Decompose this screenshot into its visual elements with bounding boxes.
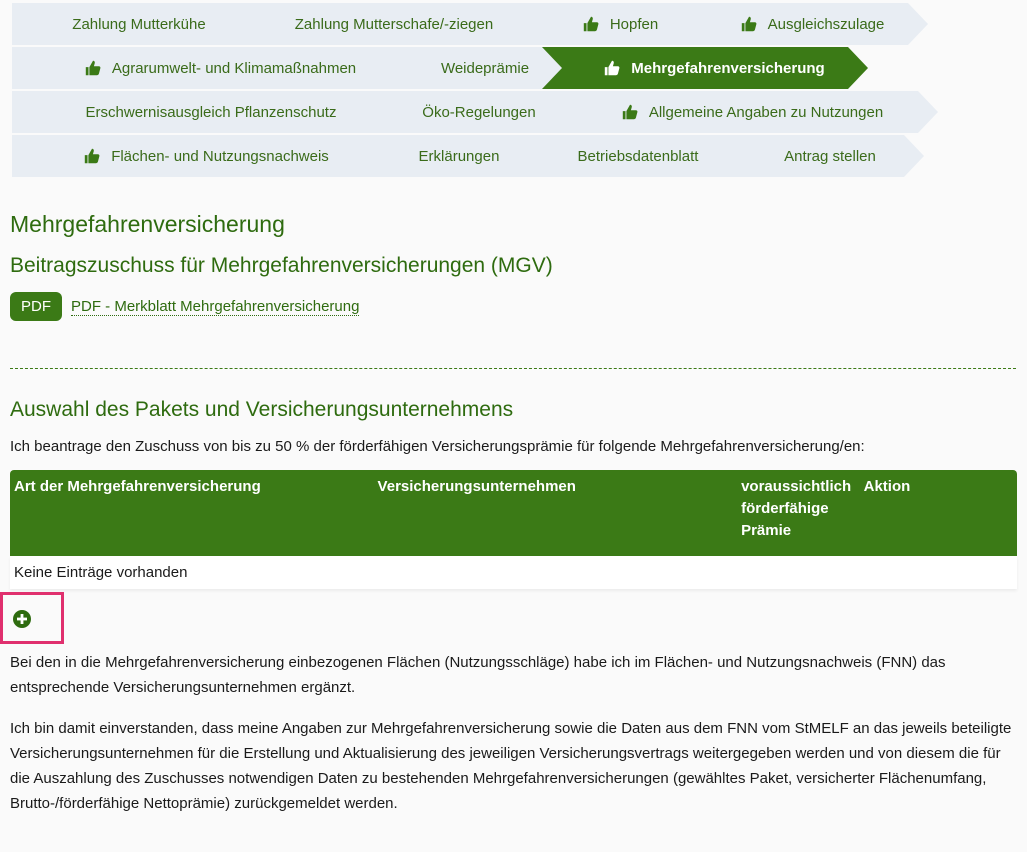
step-hopfen[interactable]: Hopfen <box>522 3 700 45</box>
pdf-download-row: PDF PDF - Merkblatt Mehrgefahrenversiche… <box>10 292 360 321</box>
step-label: Hopfen <box>609 15 659 33</box>
thumbs-up-icon <box>84 148 100 164</box>
step-flaechen-nutzungsnachweis[interactable]: Flächen- und Nutzungsnachweis <box>12 135 382 177</box>
step-agrarumwelt[interactable]: Agrarumwelt- und Klimamaßnahmen <box>12 47 410 89</box>
column-header-unternehmen[interactable]: Versicherungsunternehmen <box>374 470 738 556</box>
step-mehrgefahrenversicherung[interactable]: Mehrgefahrenversicherung <box>542 47 868 89</box>
step-antrag-stellen[interactable]: Antrag stellen <box>718 135 924 177</box>
thumbs-up-icon <box>622 104 638 120</box>
wizard-row: Erschwernisausgleich Pflanzenschutz Öko-… <box>12 91 1016 135</box>
section-intro: Ich beantrage den Zuschuss von bis zu 50… <box>10 438 865 455</box>
table-header: Art der Mehrgefahrenversicherung Versich… <box>10 470 1017 556</box>
column-header-art[interactable]: Art der Mehrgefahrenversicherung <box>10 470 374 556</box>
section-divider <box>10 368 1016 369</box>
insurance-table: Art der Mehrgefahrenversicherung Versich… <box>10 470 1017 589</box>
consent-statement: Ich bin damit einverstanden, dass meine … <box>10 720 1012 812</box>
step-label: Zahlung Mutterkühe <box>72 15 206 33</box>
plus-circle-icon[interactable] <box>12 609 32 629</box>
step-erklaerungen[interactable]: Erklärungen <box>360 135 540 177</box>
thumbs-up-icon <box>583 16 599 32</box>
step-oeko-regelungen[interactable]: Öko-Regelungen <box>370 91 570 133</box>
column-header-praemie[interactable]: voraussichtlich förderfähige Prämie <box>737 470 860 556</box>
thumbs-up-icon <box>741 16 757 32</box>
empty-table-message: Keine Einträge vorhanden <box>10 556 1017 589</box>
step-weidepraemie[interactable]: Weideprämie <box>388 47 564 89</box>
wizard-row: Agrarumwelt- und Klimamaßnahmen Weideprä… <box>12 47 1016 91</box>
wizard-row: Flächen- und Nutzungsnachweis Erklärunge… <box>12 135 1016 179</box>
step-label: Antrag stellen <box>784 147 876 165</box>
section-title: Auswahl des Pakets und Versicherungsunte… <box>10 398 514 421</box>
step-label: Flächen- und Nutzungsnachweis <box>111 147 329 165</box>
pdf-badge[interactable]: PDF <box>10 292 62 321</box>
step-betriebsdatenblatt[interactable]: Betriebsdatenblatt <box>518 135 740 177</box>
step-label: Mehrgefahrenversicherung <box>631 59 825 77</box>
page-subtitle: Beitragszuschuss für Mehrgefahrenversich… <box>10 254 553 277</box>
step-erschwernisausgleich[interactable]: Erschwernisausgleich Pflanzenschutz <box>12 91 392 133</box>
highlight-box <box>0 592 64 644</box>
step-label: Allgemeine Angaben zu Nutzungen <box>648 103 884 121</box>
step-label: Erklärungen <box>418 147 500 165</box>
pdf-merkblatt-link[interactable]: PDF - Merkblatt Mehrgefahrenversicherung <box>71 298 360 316</box>
thumbs-up-icon <box>85 60 101 76</box>
step-label: Agrarumwelt- und Klimamaßnahmen <box>111 59 357 77</box>
step-allgemeine-angaben[interactable]: Allgemeine Angaben zu Nutzungen <box>548 91 938 133</box>
step-label: Öko-Regelungen <box>422 103 536 121</box>
fnn-statement: Bei den in die Mehrgefahrenversicherung … <box>10 654 946 696</box>
step-zahlung-mutterschafe[interactable]: Zahlung Mutterschafe/-ziegen <box>226 3 544 45</box>
wizard-navigation: Zahlung Mutterkühe Zahlung Mutterschafe/… <box>12 3 1016 179</box>
thumbs-up-icon <box>605 60 620 76</box>
step-ausgleichszulage[interactable]: Ausgleichszulage <box>678 3 928 45</box>
step-label: Weideprämie <box>440 59 530 77</box>
page-title: Mehrgefahrenversicherung <box>10 211 285 237</box>
step-label: Zahlung Mutterschafe/-ziegen <box>294 15 494 33</box>
step-zahlung-mutterkuehe[interactable]: Zahlung Mutterkühe <box>12 3 248 45</box>
wizard-row: Zahlung Mutterkühe Zahlung Mutterschafe/… <box>12 3 1016 47</box>
step-label: Erschwernisausgleich Pflanzenschutz <box>85 103 337 121</box>
step-label: Ausgleichszulage <box>767 15 885 33</box>
step-label: Betriebsdatenblatt <box>577 147 699 165</box>
column-header-aktion: Aktion <box>863 478 911 495</box>
